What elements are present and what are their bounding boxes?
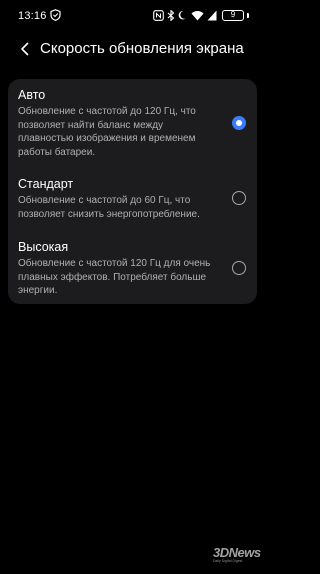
option-high[interactable]: Высокая Обновление с частотой 120 Гц для…	[8, 240, 257, 298]
option-auto[interactable]: Авто Обновление с частотой до 120 Гц, чт…	[8, 88, 257, 158]
battery-tip	[247, 12, 249, 18]
status-icons: 9	[153, 9, 249, 21]
bluetooth-icon	[167, 9, 175, 21]
nfc-icon	[153, 9, 164, 21]
status-bar: 13:16 9	[0, 0, 265, 30]
header: Скорость обновления экрана	[0, 36, 265, 62]
option-title: Авто	[18, 88, 46, 102]
watermark-logo-text: 3DNews	[213, 545, 261, 560]
option-title: Высокая	[18, 240, 69, 254]
shield-icon	[50, 9, 61, 21]
option-standard[interactable]: Стандарт Обновление с частотой до 60 Гц,…	[8, 177, 257, 222]
battery-icon: 9	[222, 9, 244, 21]
option-description: Обновление с частотой до 120 Гц, что поз…	[18, 106, 196, 158]
watermark-subtitle: Daily Digital Digest	[213, 559, 243, 563]
status-time: 13:16	[18, 10, 47, 22]
option-title: Стандарт	[18, 177, 74, 191]
radio-dot	[236, 120, 242, 126]
page-title: Скорость обновления экрана	[40, 40, 244, 57]
radio-button-auto[interactable]	[232, 116, 246, 130]
back-button[interactable]	[12, 36, 38, 62]
option-description: Обновление с частотой 120 Гц для очень п…	[18, 258, 211, 296]
radio-button-standard[interactable]	[232, 191, 246, 205]
mobile-signal-icon	[207, 10, 217, 20]
chevron-left-icon	[21, 42, 29, 56]
do-not-disturb-moon-icon	[178, 10, 186, 19]
refresh-rate-options-card: Авто Обновление с частотой до 120 Гц, чт…	[8, 79, 257, 304]
option-description: Обновление с частотой до 60 Гц, что позв…	[18, 195, 200, 220]
battery-level: 9	[230, 10, 236, 19]
radio-button-high[interactable]	[232, 261, 246, 275]
watermark-logo: 3DNews Daily Digital Digest	[213, 545, 261, 567]
wifi-icon	[191, 10, 204, 20]
